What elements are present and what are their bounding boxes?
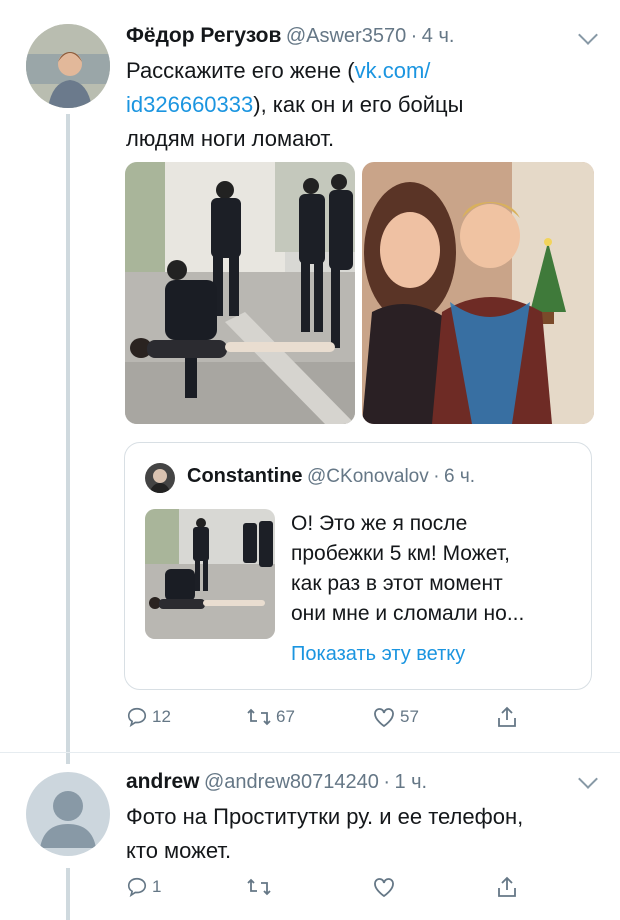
reply-icon — [127, 877, 147, 898]
timestamp[interactable]: 1 ч. — [394, 771, 427, 793]
quote-text-line: О! Это же я после — [291, 512, 468, 535]
reply-button[interactable]: 12 — [126, 706, 246, 728]
retweet-button[interactable] — [246, 876, 372, 898]
tweet-photo-police[interactable] — [125, 162, 355, 424]
author-handle[interactable]: @andrew80714240 — [204, 771, 379, 793]
thread-line-bottom — [66, 868, 70, 920]
tweet-photo-couple[interactable] — [362, 162, 594, 424]
author-name[interactable]: andrew — [126, 770, 200, 793]
share-button[interactable] — [496, 706, 518, 728]
retweet-icon — [247, 878, 271, 896]
chevron-down-icon[interactable] — [578, 769, 598, 789]
chevron-down-icon[interactable] — [578, 25, 598, 45]
quote-avatar[interactable] — [145, 463, 175, 493]
reply-icon — [127, 707, 147, 728]
quote-text: О! Это же я после пробежки 5 км! Может, … — [291, 509, 581, 629]
quote-text-line: они мне и сломали но... — [291, 602, 525, 625]
quote-text-line: как раз в этот момент — [291, 572, 503, 595]
tweet-text-line1: Фото на Проститутки ру. и ее телефон, — [126, 804, 524, 829]
separator-dot: · — [433, 466, 440, 487]
like-button[interactable]: 57 — [372, 706, 496, 728]
like-icon — [374, 708, 394, 728]
tweet-header: Фёдор Регузов @Aswer3570 · 4 ч. — [126, 24, 454, 48]
quote-text-line: пробежки 5 км! Может, — [291, 542, 510, 565]
like-button[interactable] — [372, 876, 496, 898]
quote-author-handle[interactable]: @CKonovalov — [307, 466, 429, 487]
tweet-text-line2: ), как он и его бойцы — [253, 92, 464, 117]
quote-photo[interactable] — [145, 509, 275, 639]
quote-timestamp[interactable]: 6 ч. — [444, 466, 475, 487]
timestamp[interactable]: 4 ч. — [422, 25, 455, 47]
quote-header: Constantine @CKonovalov · 6 ч. — [187, 465, 475, 488]
retweet-count: 67 — [276, 707, 295, 726]
separator-dot: · — [383, 771, 390, 793]
reply-button[interactable]: 1 — [126, 876, 246, 898]
show-thread-link[interactable]: Показать эту ветку — [291, 643, 465, 666]
tweet-text-line1: Расскажите его жене ( — [126, 58, 355, 83]
share-icon — [498, 876, 516, 897]
tweet-actions: 1 — [126, 876, 518, 898]
thread-line — [66, 114, 70, 764]
like-icon — [374, 878, 394, 898]
tweet-actions: 12 67 57 — [126, 706, 518, 728]
quote-author-name[interactable]: Constantine — [187, 465, 303, 487]
separator-dot: · — [410, 25, 418, 47]
author-name[interactable]: Фёдор Регузов — [126, 24, 281, 47]
tweet-link-part1[interactable]: vk.com/ — [355, 58, 431, 83]
like-count: 57 — [400, 707, 419, 726]
quoted-tweet[interactable]: Constantine @CKonovalov · 6 ч. О! Это же… — [124, 442, 592, 690]
avatar[interactable] — [26, 24, 110, 108]
tweet-divider — [0, 752, 620, 753]
retweet-icon — [247, 708, 271, 726]
reply-count: 1 — [152, 877, 162, 896]
retweet-button[interactable]: 67 — [246, 706, 372, 728]
tweet-link-part2[interactable]: id326660333 — [126, 92, 253, 117]
tweet-text: Расскажите его жене (vk.com/ id326660333… — [126, 54, 596, 156]
share-icon — [498, 706, 516, 727]
share-button[interactable] — [496, 876, 518, 898]
tweet-text-line3: людям ноги ломают. — [126, 126, 335, 151]
tweet-text-line2: кто может. — [126, 838, 232, 863]
reply-count: 12 — [152, 707, 171, 726]
tweet-header: andrew @andrew80714240 · 1 ч. — [126, 770, 427, 794]
tweet-text: Фото на Проститутки ру. и ее телефон, кт… — [126, 800, 606, 868]
author-handle[interactable]: @Aswer3570 — [286, 25, 406, 47]
default-avatar-icon[interactable] — [26, 772, 110, 856]
